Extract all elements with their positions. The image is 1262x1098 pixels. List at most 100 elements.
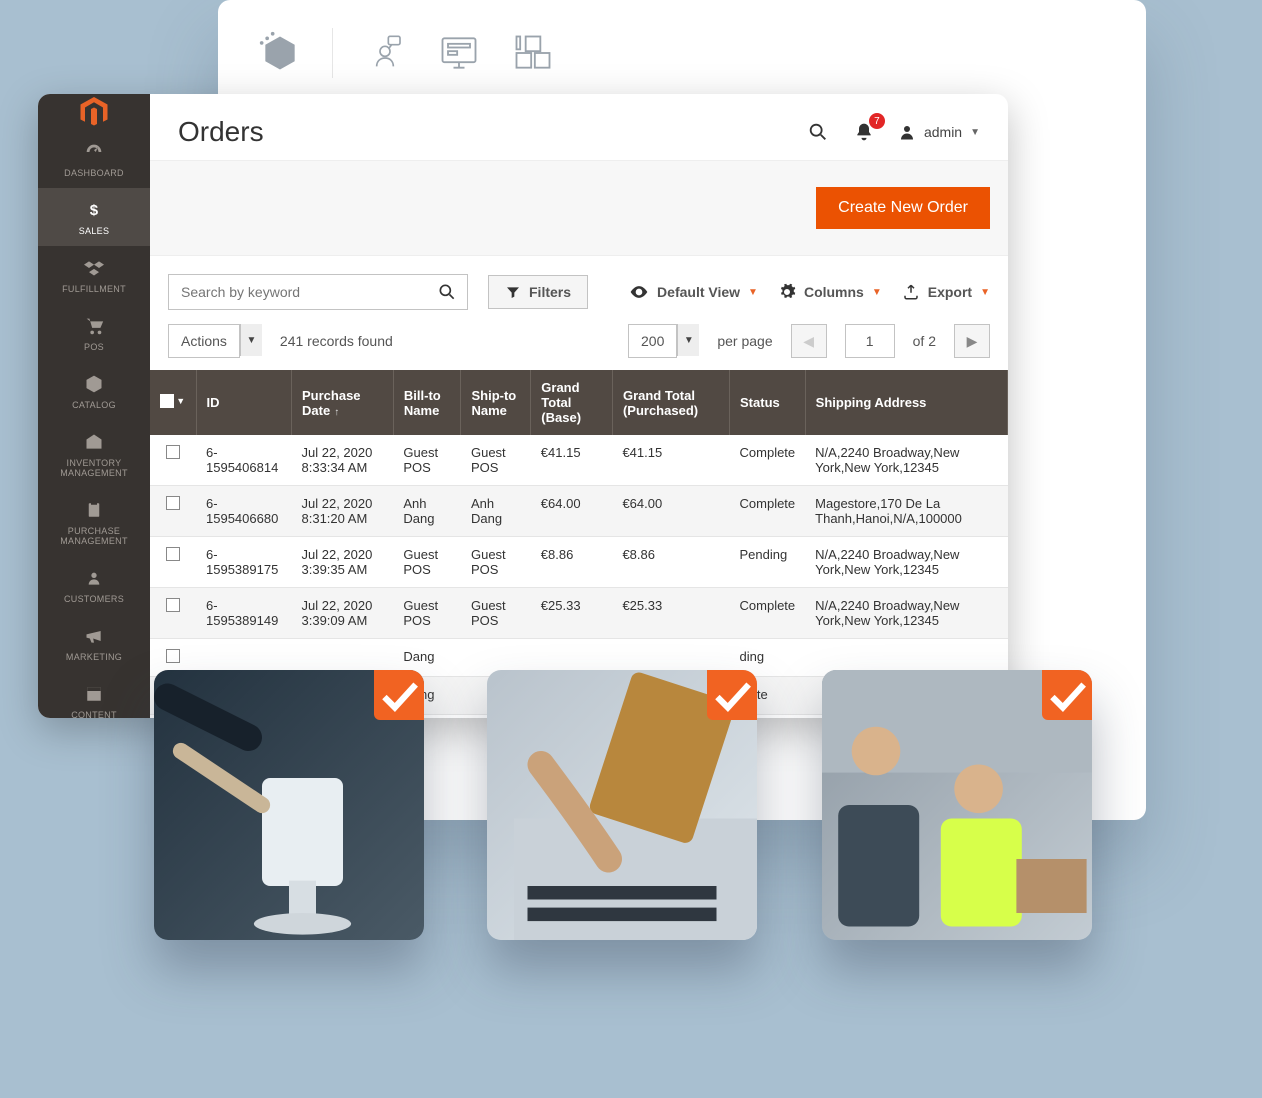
chevron-down-icon: ▼ [748,287,758,298]
current-page-input[interactable]: 1 [845,324,895,358]
action-bar: Create New Order [150,160,1008,256]
filters-label: Filters [529,284,571,300]
top-actions: 7 admin ▼ [806,120,980,144]
chevron-down-icon: ▼ [872,287,882,298]
sidebar-item-label: CONTENT [71,710,117,718]
search-button[interactable] [427,274,467,310]
toolbar-row-1: Filters Default View ▼ Columns ▼ Export … [150,256,1008,318]
table-row[interactable]: 6-1595389175Jul 22, 2020 3:39:35 AMGuest… [150,537,1008,588]
select-all-header[interactable]: ▼ [150,370,196,435]
megaphone-icon [82,624,106,648]
next-page-button[interactable]: ▶ [954,324,990,358]
export-label: Export [928,284,972,300]
col-id[interactable]: ID [196,370,292,435]
sidebar-item-label: FULFILLMENT [62,284,126,294]
cell-gt-base: €64.00 [531,486,613,537]
sort-asc-icon: ↑ [334,407,339,418]
photo-card-pos [154,670,424,940]
sidebar-item-pos[interactable]: POS [38,304,150,362]
chevron-down-icon: ▼ [677,324,699,356]
cell-gt-base: €41.15 [531,435,613,486]
cell-id: 6-1595389149 [196,588,292,639]
user-label: admin [924,124,962,140]
hex-logo-icon [258,31,302,75]
page-size-select[interactable]: 200 ▼ [628,324,699,358]
sidebar-item-content[interactable]: CONTENT [38,672,150,718]
cell-ship: Guest POS [461,588,531,639]
cell-addr: N/A,2240 Broadway,New York,New York,1234… [805,537,1007,588]
magento-logo-icon [38,94,150,130]
per-page-label: per page [717,333,772,349]
notification-badge: 7 [869,113,885,129]
row-checkbox[interactable] [166,547,180,561]
cell-ship: Guest POS [461,435,531,486]
orders-grid: ▼ ID Purchase Date↑ Bill-to Name Ship-to… [150,370,1008,715]
col-date[interactable]: Purchase Date↑ [292,370,394,435]
notifications-icon[interactable]: 7 [852,120,876,144]
cell-gt-pur: €8.86 [612,537,729,588]
cell-id: 6-1595406680 [196,486,292,537]
chevron-down-icon: ▼ [240,324,262,356]
col-gt-pur[interactable]: Grand Total (Purchased) [612,370,729,435]
funnel-icon [505,284,521,300]
cell-addr: N/A,2240 Broadway,New York,New York,1234… [805,435,1007,486]
sidebar-item-label: CATALOG [72,400,116,410]
sidebar-item-label: INVENTORY MANAGEMENT [40,458,148,478]
table-row[interactable]: 6-1595389149Jul 22, 2020 3:39:09 AMGuest… [150,588,1008,639]
gear-icon [778,283,796,301]
default-view-menu[interactable]: Default View ▼ [629,282,758,302]
building-icon [82,430,106,454]
cell-ship: Anh Dang [461,486,531,537]
records-found: 241 records found [280,333,393,349]
clipboard-icon [82,498,106,522]
sidebar-item-customers[interactable]: CUSTOMERS [38,556,150,614]
search-input[interactable] [169,284,427,300]
filters-button[interactable]: Filters [488,275,588,309]
sidebar-item-label: DASHBOARD [64,168,124,178]
photo-card-payment [487,670,757,940]
row-checkbox[interactable] [166,445,180,459]
cell-bill: Guest POS [393,588,461,639]
col-status[interactable]: Status [730,370,806,435]
cart-icon [82,314,106,338]
topbar: Orders 7 admin ▼ [150,94,1008,160]
row-checkbox[interactable] [166,496,180,510]
columns-menu[interactable]: Columns ▼ [778,283,882,301]
cell-id: 6-1595406814 [196,435,292,486]
sidebar-item-fulfillment[interactable]: FULFILLMENT [38,246,150,304]
col-addr[interactable]: Shipping Address [805,370,1007,435]
prev-page-button[interactable]: ◀ [791,324,827,358]
main-area: Orders 7 admin ▼ Create New Order [150,94,1008,718]
box-icon [82,372,106,396]
cell-status: Complete [730,435,806,486]
check-badge [707,670,757,720]
sidebar-item-marketing[interactable]: MARKETING [38,614,150,672]
table-row[interactable]: 6-1595406814Jul 22, 2020 8:33:34 AMGuest… [150,435,1008,486]
sidebar-item-catalog[interactable]: CATALOG [38,362,150,420]
create-order-button[interactable]: Create New Order [816,187,990,229]
table-row[interactable]: 6-1595406680Jul 22, 2020 8:31:20 AM Anh D… [150,486,1008,537]
cell-gt-base: €8.86 [531,537,613,588]
sidebar-item-purchase[interactable]: PURCHASE MANAGEMENT [38,488,150,556]
col-gt-base[interactable]: Grand Total (Base) [531,370,613,435]
sidebar-item-inventory[interactable]: INVENTORY MANAGEMENT [38,420,150,488]
columns-label: Columns [804,284,864,300]
sidebar-item-dashboard[interactable]: DASHBOARD [38,130,150,188]
cell-status: Complete [730,486,806,537]
cell-ship: Guest POS [461,537,531,588]
row-checkbox[interactable] [166,598,180,612]
export-menu[interactable]: Export ▼ [902,283,990,301]
user-menu[interactable]: admin ▼ [898,123,980,141]
col-ship[interactable]: Ship-to Name [461,370,531,435]
search-icon[interactable] [806,120,830,144]
actions-menu[interactable]: Actions ▼ [168,324,262,358]
col-bill[interactable]: Bill-to Name [393,370,461,435]
sidebar-item-sales[interactable]: $ SALES [38,188,150,246]
row-checkbox[interactable] [166,649,180,663]
gauge-icon [82,140,106,164]
cell-date: Jul 22, 2020 8:31:20 AM [292,486,394,537]
separator [332,28,333,78]
cell-date: Jul 22, 2020 3:39:35 AM [292,537,394,588]
svg-text:$: $ [90,202,99,219]
cell-addr: N/A,2240 Broadway,New York,New York,1234… [805,588,1007,639]
